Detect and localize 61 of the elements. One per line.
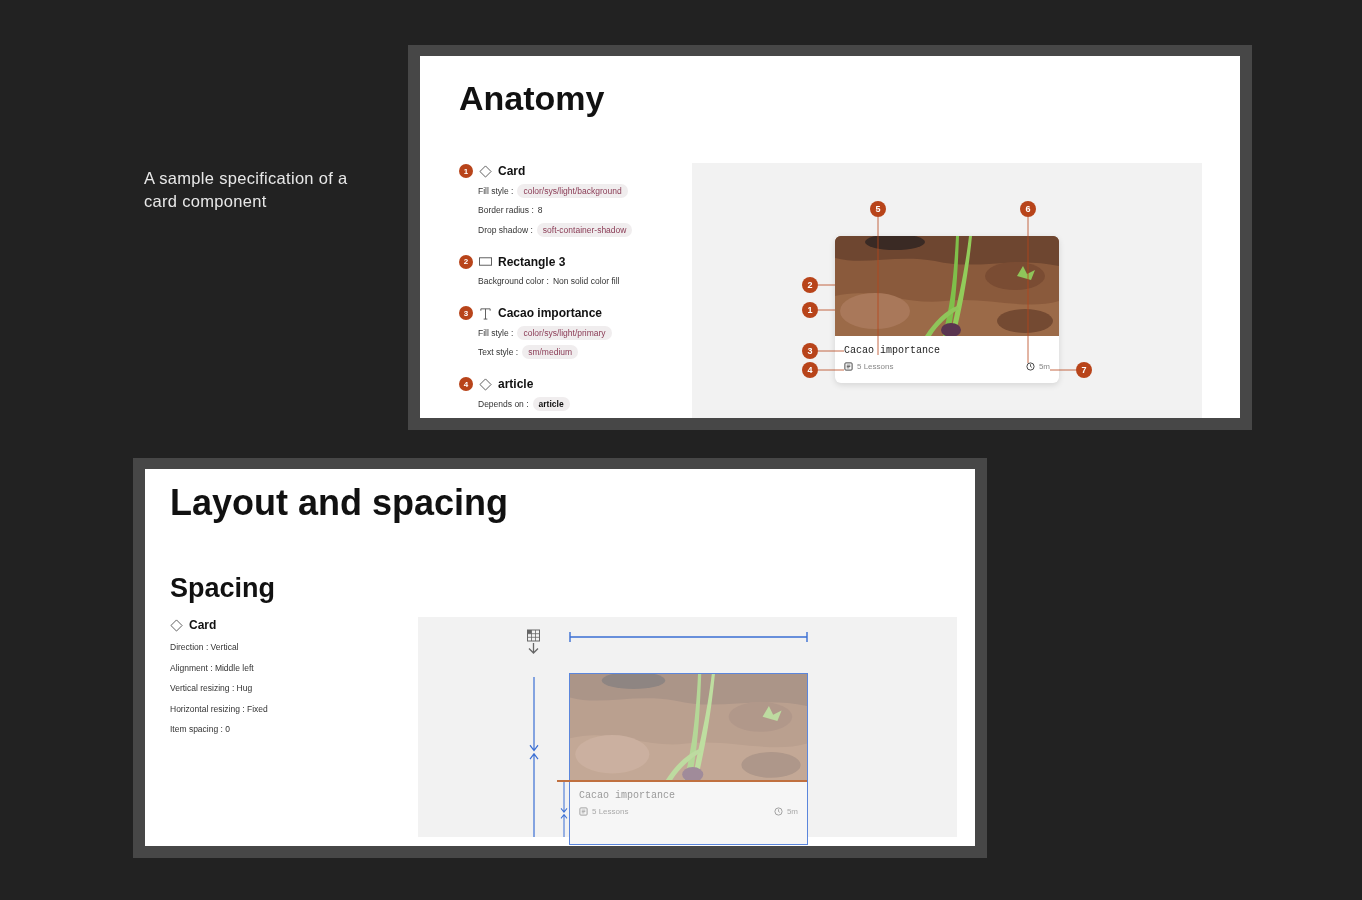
number-badge: 4 <box>459 377 473 391</box>
layer-name: Rectangle 3 <box>498 254 566 269</box>
card-title: Cacao importance <box>579 790 676 801</box>
lessons-count: 5 Lessons <box>857 362 894 371</box>
number-badge: 1 <box>459 164 473 178</box>
card-title: Cacao importance <box>844 345 941 356</box>
dependency-tag: article <box>532 396 570 411</box>
spacing-measure-line <box>560 781 568 837</box>
property-text: Vertical resizing : Hug <box>170 682 254 696</box>
callout-marker: 1 <box>802 302 818 318</box>
layer-name: Card <box>498 164 526 178</box>
callout-marker: 6 <box>1020 201 1036 217</box>
callout-marker: 2 <box>802 277 818 293</box>
clock-icon <box>1025 362 1035 371</box>
leader-line <box>1049 369 1077 371</box>
leader-line <box>817 350 845 352</box>
property-label: Background color : <box>478 276 549 287</box>
property-label: Depends on : <box>478 398 529 409</box>
property-value: 8 <box>537 205 543 216</box>
property-value: Non solid color fill <box>552 276 620 287</box>
section-title: Layout and spacing <box>170 481 510 525</box>
property-label: Text style : <box>478 347 519 358</box>
property-text: Horizontal resizing : Fixed <box>170 702 269 716</box>
property-label: Fill style : <box>478 327 514 338</box>
document-icon <box>844 362 853 371</box>
lessons-count: 5 Lessons <box>592 807 629 816</box>
duration-text: 5m <box>786 807 798 816</box>
subsection-title: Spacing <box>170 572 277 605</box>
callout-marker: 4 <box>802 362 818 378</box>
diamond-icon <box>170 618 183 632</box>
section-title: Anatomy <box>459 78 606 119</box>
layer-name: Cacao importance <box>498 306 603 320</box>
callout-marker: 7 <box>1076 362 1092 378</box>
layer-name: article <box>498 377 534 391</box>
document-icon <box>579 807 588 816</box>
token-tag: soft-container-shadow <box>536 222 633 237</box>
layer-name: Card <box>189 618 217 632</box>
text-icon <box>479 306 492 320</box>
leader-line <box>817 284 836 286</box>
callout-marker: 3 <box>802 343 818 359</box>
token-tag: color/sys/light/background <box>517 183 628 198</box>
leader-line <box>817 309 836 311</box>
property-label: Fill style : <box>478 185 514 196</box>
property-text: Direction : Vertical <box>170 641 240 655</box>
diamond-icon <box>479 164 492 178</box>
callout-marker: 5 <box>870 201 886 217</box>
grid-down-icon <box>526 629 542 655</box>
duration-text: 5m <box>1038 362 1050 371</box>
clock-icon <box>773 807 783 816</box>
number-badge: 3 <box>459 306 473 320</box>
leader-line <box>817 369 845 371</box>
diamond-icon <box>479 377 492 391</box>
rectangle-icon <box>479 255 492 268</box>
token-tag: sm/medium <box>522 345 579 360</box>
property-label: Drop shadow : <box>478 224 533 235</box>
property-text: Alignment : Middle left <box>170 661 255 675</box>
property-label: Border radius : <box>478 205 534 216</box>
token-tag: color/sys/light/primary <box>517 325 612 340</box>
caption-text: A sample specification of a card component <box>144 168 349 212</box>
property-text: Item spacing : 0 <box>170 723 231 737</box>
number-badge: 2 <box>459 254 473 269</box>
